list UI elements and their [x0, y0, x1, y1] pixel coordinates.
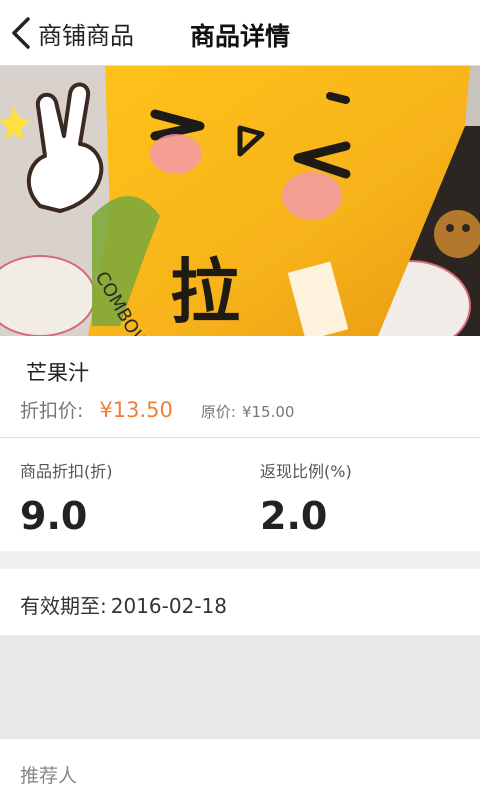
referrer-row[interactable]: 推荐人: [0, 739, 480, 800]
expiry-date: 2016-02-18: [110, 594, 227, 618]
discount-value: 9.0: [20, 494, 88, 538]
svg-text:拉: 拉: [170, 250, 240, 333]
page-title: 商品详情: [189, 22, 290, 51]
empty-section: [0, 635, 480, 739]
discount-price-label: 折扣价:: [20, 400, 84, 422]
price-row: 折扣价: ¥13.50 原价: ¥15.00: [20, 396, 294, 423]
discount-stat: 商品折扣(折) 9.0: [20, 458, 113, 538]
original-price-label: 原价:: [200, 403, 236, 421]
discount-price: ¥13.50: [99, 398, 173, 422]
expiry-label: 有效期至:: [20, 594, 107, 618]
referrer-label: 推荐人: [20, 765, 78, 787]
expiry-row: 有效期至: 2016-02-18: [20, 590, 231, 619]
product-image: COMBOW 拉: [0, 66, 480, 336]
original-price: ¥15.00: [241, 403, 295, 421]
top-nav-bar: 商铺商品 商品详情: [0, 0, 480, 66]
stats-section: 商品折扣(折) 9.0 返现比例(%) 2.0: [0, 438, 480, 551]
product-name: 芒果汁: [26, 361, 89, 385]
cashback-stat: 返现比例(%) 2.0: [260, 458, 352, 538]
product-info-section: 芒果汁 折扣价: ¥13.50 原价: ¥15.00: [0, 336, 480, 438]
discount-label: 商品折扣(折): [20, 462, 113, 481]
cashback-label: 返现比例(%): [260, 462, 352, 481]
cashback-value: 2.0: [260, 494, 328, 538]
expiry-section: 有效期至: 2016-02-18: [0, 569, 480, 635]
